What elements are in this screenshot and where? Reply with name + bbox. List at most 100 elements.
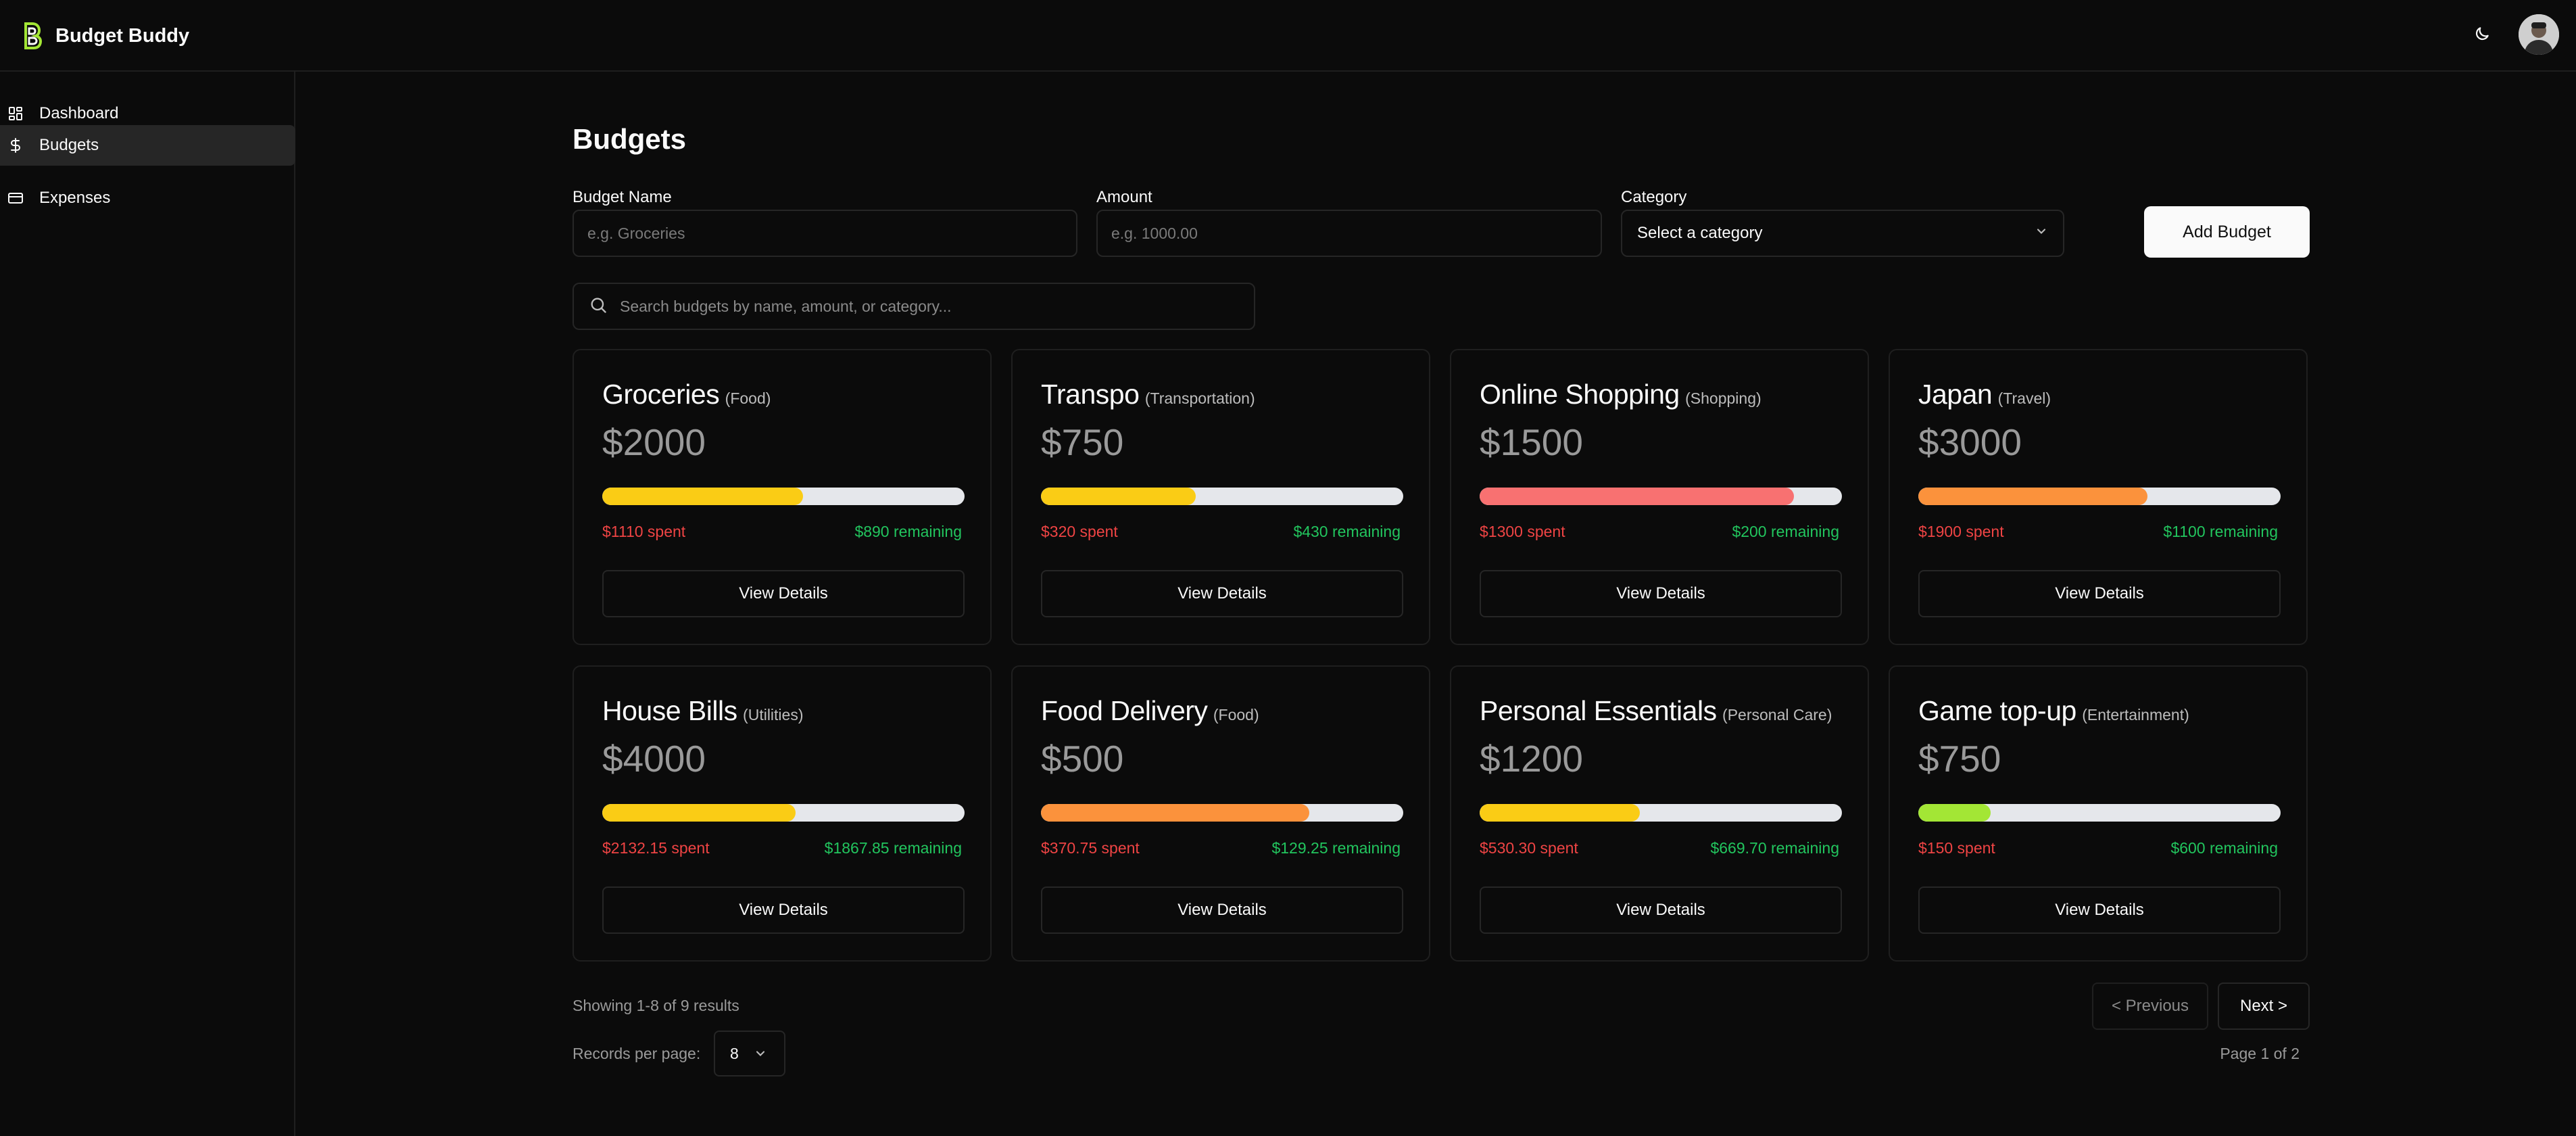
credit-card-icon xyxy=(7,189,24,207)
budget-name: House Bills xyxy=(602,695,737,726)
budget-progress-fill xyxy=(1918,488,2148,505)
budget-progress-bar xyxy=(1480,804,1842,822)
dashboard-grid-icon xyxy=(7,105,24,122)
budget-category: (Travel) xyxy=(1997,389,2051,407)
budget-spent: $1110 spent xyxy=(602,523,686,540)
budget-card: Personal Essentials (Personal Care) $1200… xyxy=(1450,665,1869,962)
budget-card-title: Japan (Travel) xyxy=(1918,379,2051,410)
budget-amount: $2000 xyxy=(602,421,706,463)
records-per-page-label: Records per page: xyxy=(573,1045,701,1062)
budget-progress-fill xyxy=(602,488,804,505)
budget-category: (Food) xyxy=(1213,706,1259,724)
budget-name-label: Budget Name xyxy=(573,188,672,206)
budget-remaining: $200 remaining xyxy=(1732,523,1839,540)
budget-card-title: House Bills (Utilities) xyxy=(602,695,804,727)
moon-icon xyxy=(2473,25,2491,46)
budget-amount: $500 xyxy=(1041,738,1124,780)
budget-spent: $370.75 spent xyxy=(1041,839,1140,857)
budget-category: (Transportation) xyxy=(1144,389,1255,407)
amount-input[interactable] xyxy=(1096,210,1602,257)
budget-spent: $1300 spent xyxy=(1480,523,1565,540)
budget-progress-bar xyxy=(1480,488,1842,505)
budget-progress-bar xyxy=(602,804,965,822)
previous-page-button[interactable]: < Previous xyxy=(2092,983,2208,1030)
next-page-button[interactable]: Next > xyxy=(2218,983,2310,1030)
budget-card: Transpo (Transportation) $750 $320 spent $4… xyxy=(1011,349,1430,645)
budget-progress-fill xyxy=(1041,804,1310,822)
user-avatar[interactable] xyxy=(2519,14,2559,55)
theme-toggle-button[interactable] xyxy=(2466,19,2498,51)
view-details-button[interactable]: View Details xyxy=(602,886,965,934)
budget-amount: $750 xyxy=(1041,421,1124,463)
app-name: Budget Buddy xyxy=(55,24,190,47)
sidebar-item-label: Budgets xyxy=(39,136,99,154)
records-per-page-select[interactable]: 8 xyxy=(714,1031,785,1076)
budget-category: (Shopping) xyxy=(1685,389,1761,407)
top-header: Budget Buddy xyxy=(0,0,2576,72)
budget-progress-bar xyxy=(602,488,965,505)
budget-remaining: $1867.85 remaining xyxy=(824,839,962,857)
budget-amount: $4000 xyxy=(602,738,706,780)
category-select[interactable]: Select a category xyxy=(1621,210,2064,257)
budget-spent: $2132.15 spent xyxy=(602,839,710,857)
budget-remaining: $129.25 remaining xyxy=(1271,839,1401,857)
budget-spent: $150 spent xyxy=(1918,839,1995,857)
budget-progress-fill xyxy=(1480,488,1794,505)
budget-name: Groceries xyxy=(602,379,720,410)
budget-card: Online Shopping (Shopping) $1500 $1300 spe… xyxy=(1450,349,1869,645)
view-details-button[interactable]: View Details xyxy=(1041,570,1403,617)
view-details-button[interactable]: View Details xyxy=(1918,570,2281,617)
budget-progress-fill xyxy=(1480,804,1640,822)
view-details-button[interactable]: View Details xyxy=(602,570,965,617)
view-details-button[interactable]: View Details xyxy=(1480,886,1842,934)
budget-remaining: $1100 remaining xyxy=(2163,523,2278,540)
add-budget-button[interactable]: Add Budget xyxy=(2144,206,2310,258)
page-indicator: Page 1 of 2 xyxy=(2220,1045,2300,1062)
budget-progress-bar xyxy=(1918,488,2281,505)
budget-card: Food Delivery (Food) $500 $370.75 spent $12… xyxy=(1011,665,1430,962)
chevron-down-icon xyxy=(754,1047,767,1060)
budget-name-input[interactable] xyxy=(573,210,1077,257)
budget-spent: $1900 spent xyxy=(1918,523,2004,540)
search-input[interactable] xyxy=(620,297,1228,316)
budget-name: Japan xyxy=(1918,379,1993,410)
budget-card: Game top-up (Entertainment) $750 $150 spen… xyxy=(1889,665,2308,962)
budget-card-title: Game top-up (Entertainment) xyxy=(1918,695,2189,727)
chevron-down-icon xyxy=(2035,224,2048,243)
page-title: Budgets xyxy=(573,123,686,155)
view-details-button[interactable]: View Details xyxy=(1918,886,2281,934)
budget-progress-fill xyxy=(1918,804,1991,822)
budget-category: (Personal Care) xyxy=(1722,706,1832,724)
budget-card-title: Groceries (Food) xyxy=(602,379,771,410)
budget-remaining: $669.70 remaining xyxy=(1710,839,1839,857)
budget-progress-fill xyxy=(1041,488,1196,505)
budget-card-title: Transpo (Transportation) xyxy=(1041,379,1255,410)
view-details-button[interactable]: View Details xyxy=(1041,886,1403,934)
amount-label: Amount xyxy=(1096,188,1152,206)
view-details-button[interactable]: View Details xyxy=(1480,570,1842,617)
budget-amount: $1200 xyxy=(1480,738,1583,780)
budget-name: Transpo xyxy=(1041,379,1140,410)
brand[interactable]: Budget Buddy xyxy=(22,19,189,53)
budget-card-title: Personal Essentials (Personal Care) xyxy=(1480,695,1832,727)
category-label: Category xyxy=(1621,188,1687,206)
dollar-icon xyxy=(7,137,24,154)
sidebar-item-expenses[interactable]: Expenses xyxy=(0,178,295,218)
budget-remaining: $890 remaining xyxy=(854,523,962,540)
budget-name: Game top-up xyxy=(1918,695,2076,726)
budget-progress-fill xyxy=(602,804,796,822)
sidebar-item-budgets[interactable]: Budgets xyxy=(0,125,295,166)
budget-spent: $530.30 spent xyxy=(1480,839,1578,857)
records-per-page-value: 8 xyxy=(730,1044,739,1062)
budget-card: Japan (Travel) $3000 $1900 spent $1100 rema… xyxy=(1889,349,2308,645)
budget-progress-bar xyxy=(1918,804,2281,822)
budget-amount: $750 xyxy=(1918,738,2001,780)
budget-buddy-logo-icon xyxy=(22,21,43,51)
budget-category: (Entertainment) xyxy=(2082,706,2189,724)
budget-progress-bar xyxy=(1041,488,1403,505)
search-box[interactable] xyxy=(573,283,1255,330)
budget-card: House Bills (Utilities) $4000 $2132.15 spe… xyxy=(573,665,992,962)
budget-name: Food Delivery xyxy=(1041,695,1208,726)
budget-progress-bar xyxy=(1041,804,1403,822)
budget-category: (Food) xyxy=(725,389,771,407)
